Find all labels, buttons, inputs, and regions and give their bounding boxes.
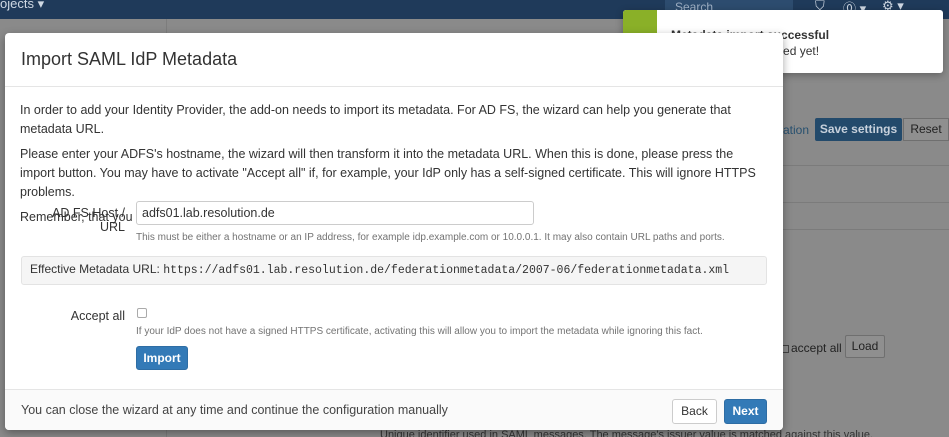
accept-all-help-text: If your IdP does not have a signed HTTPS… bbox=[136, 326, 703, 337]
footer-text: You can close the wizard at any time and… bbox=[21, 403, 448, 417]
background-divider bbox=[783, 229, 949, 230]
save-settings-button[interactable]: Save settings bbox=[815, 118, 902, 141]
next-button[interactable]: Next bbox=[724, 399, 767, 424]
instructions-paragraph: Please enter your ADFS's hostname, the w… bbox=[20, 147, 756, 199]
intro-paragraph: In order to add your Identity Provider, … bbox=[20, 103, 731, 136]
background-accept-all[interactable]: accept all bbox=[781, 341, 842, 355]
background-link[interactable]: ation bbox=[783, 123, 809, 137]
accept-all-checkbox[interactable] bbox=[137, 308, 147, 318]
host-help-text: This must be either a hostname or an IP … bbox=[136, 232, 725, 243]
reset-button[interactable]: Reset bbox=[903, 118, 949, 141]
accept-all-label: Accept all bbox=[70, 309, 125, 323]
host-input[interactable] bbox=[136, 201, 534, 225]
host-label: AD FS Host / URL bbox=[52, 206, 125, 234]
dialog-header: Import SAML IdP Metadata bbox=[5, 33, 783, 87]
effective-url-value: https://adfs01.lab.resolution.de/federat… bbox=[163, 264, 730, 277]
back-button[interactable]: Back bbox=[672, 399, 717, 424]
background-accept-all-label: accept all bbox=[791, 341, 842, 355]
background-divider bbox=[783, 165, 949, 166]
host-row: AD FS Host / URL This must be either a h… bbox=[5, 201, 783, 251]
effective-metadata-url: Effective Metadata URL: https://adfs01.l… bbox=[21, 256, 767, 285]
import-metadata-dialog: Import SAML IdP Metadata In order to add… bbox=[5, 33, 783, 430]
projects-menu[interactable]: ojects ▾ bbox=[0, 0, 44, 12]
background-description: Unique identifier used in SAML messages.… bbox=[380, 429, 874, 437]
import-button[interactable]: Import bbox=[136, 346, 188, 370]
dialog-footer: You can close the wizard at any time and… bbox=[5, 389, 783, 430]
effective-url-label: Effective Metadata URL: bbox=[30, 262, 160, 276]
load-button[interactable]: Load bbox=[845, 335, 885, 358]
dialog-title: Import SAML IdP Metadata bbox=[21, 49, 238, 69]
background-divider bbox=[783, 202, 949, 203]
